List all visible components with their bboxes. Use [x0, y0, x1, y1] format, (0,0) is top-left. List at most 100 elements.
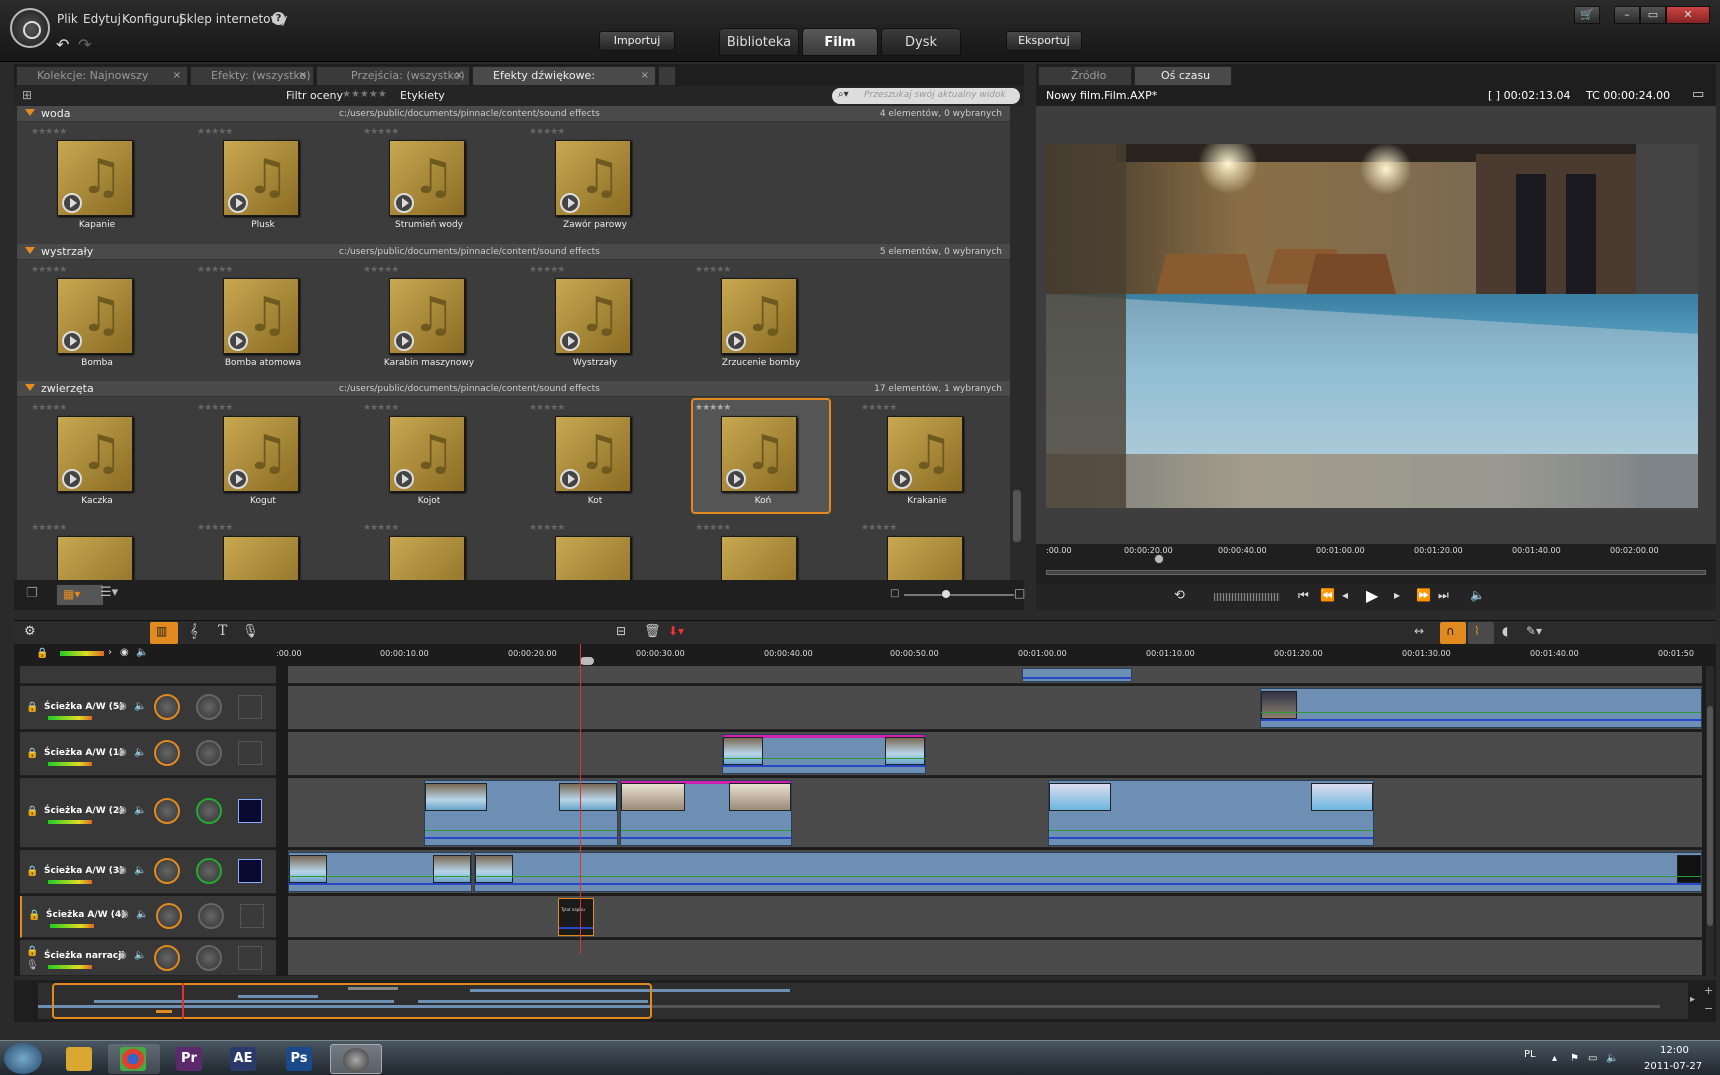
clip[interactable] [288, 852, 472, 892]
app-logo-icon[interactable] [10, 8, 50, 48]
track-name[interactable]: Ścieżka narracji [44, 951, 124, 961]
taskbar-app-photoshop[interactable]: Ps [274, 1044, 326, 1074]
edit-mode-icon[interactable]: ✎▾ [1526, 624, 1542, 638]
lock-icon[interactable]: 🔒 [26, 946, 38, 957]
tab-biblioteka[interactable]: Biblioteka [719, 28, 799, 56]
rating-stars[interactable]: ★★★★★ [31, 127, 67, 137]
zoom-slider-handle[interactable] [942, 590, 950, 598]
settings-gear-icon[interactable]: ⚙ [24, 624, 36, 639]
search-input[interactable]: ⌕▾ Przeszukaj swój aktualny widok [832, 88, 1020, 104]
navigator-strip[interactable] [38, 983, 1688, 1019]
volume-knob[interactable] [154, 945, 180, 971]
rating-stars[interactable]: ★★★★★ [197, 127, 233, 137]
sound-item[interactable]: ★★★★★ ♫ Kojot [349, 400, 469, 510]
tags-label[interactable]: Etykiety [400, 89, 445, 102]
play-icon[interactable] [726, 469, 746, 489]
group-header[interactable]: zwierzęta c:/users/public/documents/pinn… [17, 381, 1010, 397]
play-icon[interactable] [726, 331, 746, 351]
navigator-viewport[interactable] [52, 983, 652, 1019]
scroll-right-icon[interactable]: ▸ [1690, 994, 1695, 1005]
rating-stars[interactable]: ★★★★★ [363, 127, 399, 137]
sound-item[interactable]: ★★★★★ [515, 520, 635, 580]
volume-icon[interactable]: 🔈 [1470, 588, 1485, 602]
help-icon[interactable]: ? [272, 12, 285, 25]
network-icon[interactable]: ▭ [1588, 1053, 1597, 1064]
pan-knob[interactable] [196, 694, 222, 720]
play-icon[interactable] [892, 469, 912, 489]
audio-scrub-icon[interactable]: ◖ [1502, 624, 1508, 638]
add-tab-button[interactable] [658, 66, 676, 86]
rating-stars[interactable]: ★★★★★ [861, 523, 897, 533]
fullscreen-icon[interactable]: ▭ [1692, 87, 1704, 102]
sound-item[interactable]: ★★★★★ ♫ Kapanie [17, 124, 137, 234]
eye-icon[interactable]: ◉ [120, 909, 129, 920]
scrubber-handle[interactable] [1154, 554, 1164, 564]
track-lane[interactable] [288, 850, 1702, 894]
go-to-end-icon[interactable]: ⏭ [1438, 588, 1449, 603]
expand-icon[interactable]: › [108, 647, 112, 658]
timecode-readout[interactable]: TC 00:00:24.00 [1586, 89, 1670, 102]
maximize-button[interactable]: ▭ [1640, 6, 1666, 24]
library-scrollbar[interactable] [1012, 106, 1022, 580]
tray-expand-icon[interactable]: ▴ [1552, 1053, 1557, 1064]
close-icon[interactable]: × [641, 67, 649, 85]
speaker-icon[interactable]: 🔈 [136, 909, 148, 920]
sound-item[interactable]: ★★★★★ ♫ Kaczka [17, 400, 137, 510]
audio-mixer-button[interactable]: ▥ [150, 622, 178, 644]
ripple-button[interactable]: ⌇ [1468, 622, 1494, 644]
timeline-ruler[interactable]: 🔒 › ◉ 🔈 :00.00 00:00:10.00 00:00:20.00 0… [14, 644, 1716, 666]
rating-stars[interactable]: ★★★★★ [31, 403, 67, 413]
speaker-icon[interactable]: 🔈 [134, 747, 146, 758]
track-lane[interactable] [288, 666, 1702, 684]
collapse-arrow-icon[interactable] [25, 247, 35, 254]
play-icon[interactable] [62, 193, 82, 213]
clock-time[interactable]: 12:00 [1660, 1045, 1689, 1056]
zoom-out-icon[interactable]: − [1704, 1002, 1713, 1015]
list-view-icon[interactable]: ☰▾ [100, 585, 118, 600]
taskbar-app-studio[interactable] [330, 1044, 382, 1074]
surround-grid[interactable] [238, 695, 262, 719]
clip[interactable] [1022, 668, 1132, 682]
play-button-icon[interactable]: ▶ [1366, 586, 1378, 605]
playhead-handle[interactable] [580, 657, 594, 665]
rating-stars[interactable]: ★★★★★ [695, 403, 731, 413]
play-icon[interactable] [560, 193, 580, 213]
rating-stars[interactable]: ★★★★★ [363, 265, 399, 275]
rating-stars[interactable]: ★★★★★ [529, 127, 565, 137]
sound-item[interactable]: ★★★★★ ♫ Zrzucenie bomby [681, 262, 801, 372]
track-name[interactable]: Ścieżka A/W (5) [44, 702, 123, 712]
close-icon[interactable]: × [173, 67, 181, 85]
play-icon[interactable] [228, 331, 248, 351]
magnet-button[interactable]: ∩ [1440, 622, 1466, 644]
step-back-icon[interactable]: ◂ [1342, 588, 1348, 602]
speaker-icon[interactable]: 🔈 [134, 950, 146, 961]
surround-grid[interactable] [238, 799, 262, 823]
menu-edytuj[interactable]: Edytuj [83, 12, 121, 26]
volume-tray-icon[interactable]: 🔈 [1606, 1053, 1618, 1064]
language-indicator[interactable]: PL [1524, 1049, 1536, 1060]
tab-zrodlo[interactable]: Źródło [1038, 66, 1132, 86]
menu-plik[interactable]: Plik [57, 12, 78, 26]
scrubber-track[interactable] [1046, 570, 1706, 575]
player-ruler[interactable]: :00.00 00:00:20.00 00:00:40.00 00:01:00.… [1036, 544, 1716, 584]
lock-icon[interactable]: 🔒 [36, 648, 48, 659]
play-icon[interactable] [394, 193, 414, 213]
lock-icon[interactable]: 🔒 [28, 910, 40, 921]
collapse-arrow-icon[interactable] [25, 384, 35, 391]
surround-grid[interactable] [238, 859, 262, 883]
track-name[interactable]: Ścieżka A/W (4) [46, 910, 125, 920]
fit-timeline-icon[interactable]: ↔ [1414, 624, 1424, 638]
rating-stars[interactable]: ★★★★★ [197, 403, 233, 413]
track-lane[interactable] [288, 686, 1702, 730]
grid-view-button[interactable]: ▦▾ [56, 584, 104, 606]
title-clip[interactable]: Tytuł napisu [558, 898, 594, 936]
next-marker-icon[interactable]: ⏩ [1416, 588, 1431, 602]
start-button-icon[interactable] [4, 1043, 42, 1074]
tab-dysk[interactable]: Dysk [881, 28, 961, 56]
play-icon[interactable] [228, 193, 248, 213]
sound-item[interactable]: ★★★★★ ♫ Zawór parowy [515, 124, 635, 234]
play-icon[interactable] [62, 331, 82, 351]
rating-stars[interactable]: ★★★★★ [695, 523, 731, 533]
speaker-icon[interactable]: 🔈 [136, 647, 148, 658]
play-icon[interactable] [560, 331, 580, 351]
